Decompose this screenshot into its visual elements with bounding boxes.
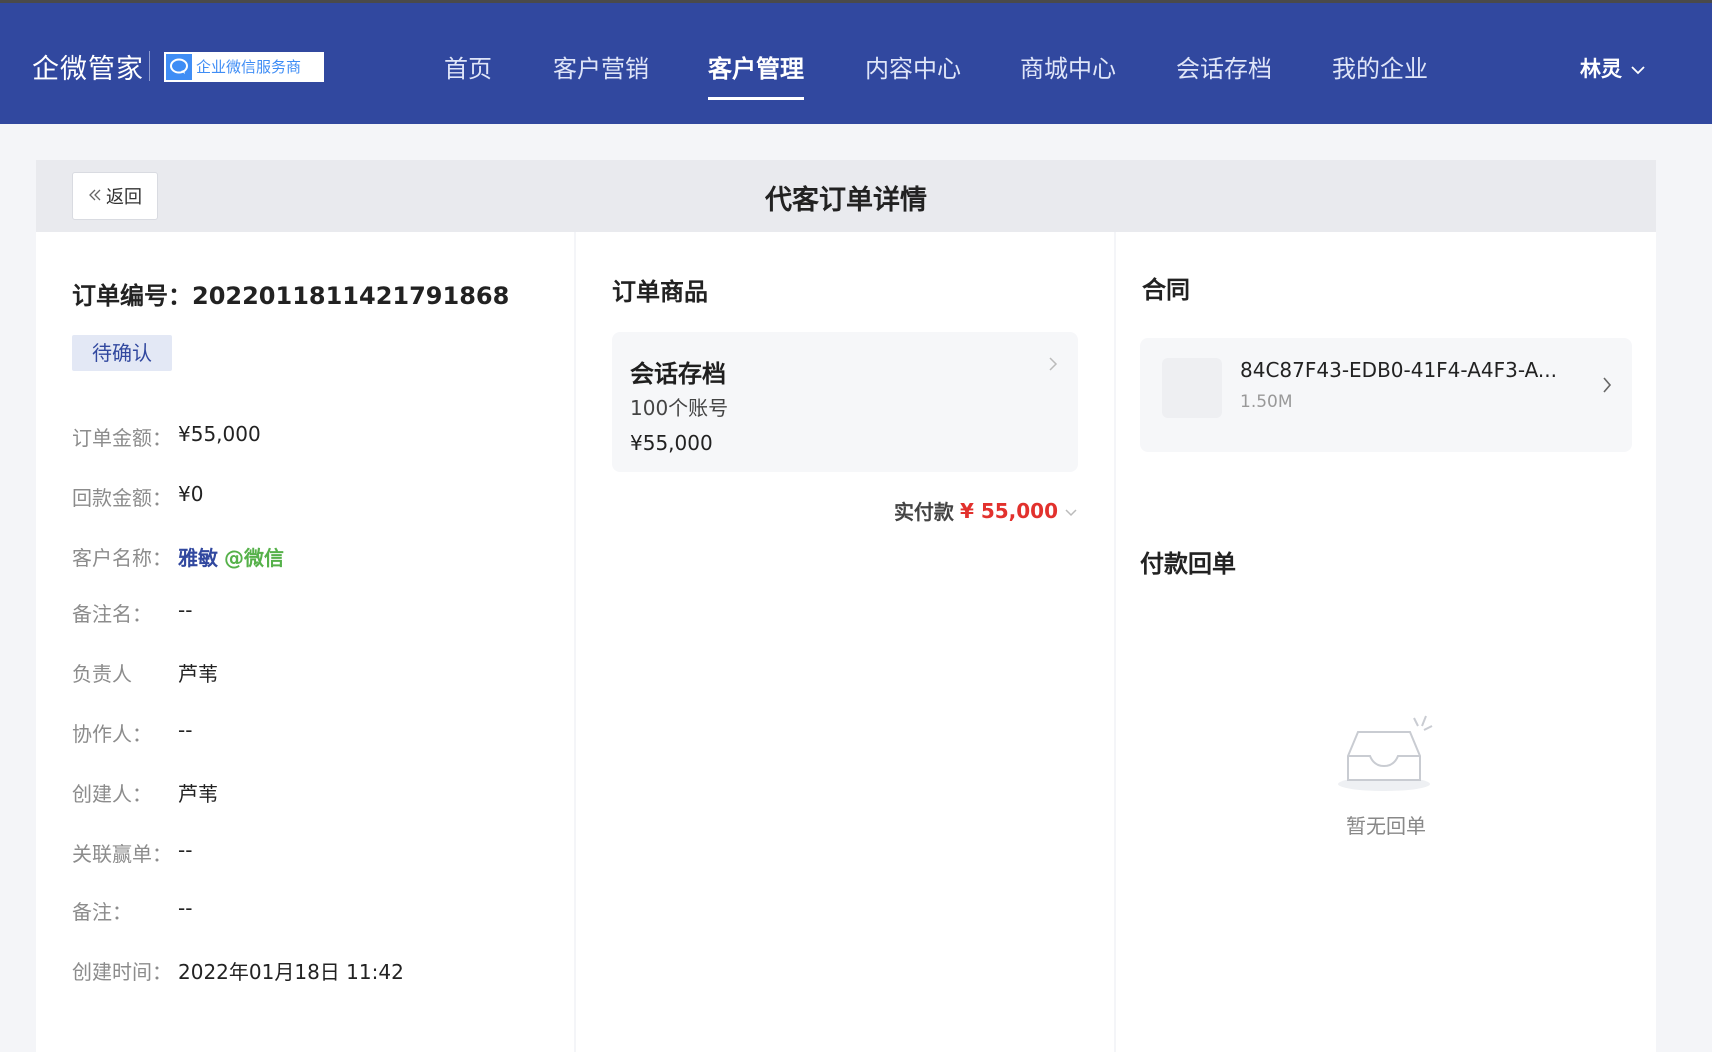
contract-file-card[interactable]: 84C87F43-EDB0-41F4-A4F3-A... 1.50M [1140,338,1632,452]
creator-row: 创建人： 芦苇 [72,778,218,807]
order-amount-value: ¥55,000 [178,422,261,446]
field-label: 创建时间： [72,960,172,984]
contract-section-title: 合同 [1142,276,1190,304]
page-title: 代客订单详情 [765,185,927,216]
brand-divider [149,51,150,81]
partner-badge: 企业微信服务商 [164,52,324,82]
field-label: 负责人 [72,662,132,686]
remark-name-value: -- [178,598,193,622]
customer-source: @微信 [224,546,284,570]
top-navigation-bar: 企微管家 企业微信服务商 首页 客户营销 客户管理 内容中心 商城中心 会话存档… [0,0,1712,124]
chevron-right-icon [1602,376,1612,398]
chevron-right-icon [1048,356,1058,376]
customer-name-link[interactable]: 雅敏 [178,546,218,570]
chevron-down-icon [1630,56,1646,80]
active-nav-indicator [708,97,804,100]
nav-session-archive[interactable]: 会话存档 [1176,49,1272,84]
order-number: 订单编号：2022011811421791868 [72,276,509,311]
collaborator-value: -- [178,718,193,742]
order-amount-row: 订单金额： ¥55,000 [72,422,261,451]
empty-state-text: 暂无回单 [1346,814,1426,838]
field-label: 协作人： [72,722,152,746]
chevron-down-icon [1064,499,1078,523]
nav-mall-center[interactable]: 商城中心 [1020,49,1116,84]
product-card[interactable]: 会话存档 100个账号 ¥55,000 [612,332,1078,472]
nav-content-center[interactable]: 内容中心 [865,49,961,84]
field-label: 备注： [72,900,132,924]
created-at-value: 2022年01月18日 11:42 [178,960,404,984]
product-spec: 100个账号 [630,396,729,420]
owner-row: 负责人 芦苇 [72,658,218,687]
refund-amount-value: ¥0 [178,482,204,506]
chat-bubble-icon [166,54,192,80]
nav-home[interactable]: 首页 [444,49,492,84]
refund-amount-row: 回款金额： ¥0 [72,482,203,511]
brand-logo[interactable]: 企微管家 [32,47,144,86]
note-value: -- [178,896,193,920]
nav-customer-marketing[interactable]: 客户营销 [553,49,649,84]
partner-badge-label: 企业微信服务商 [192,54,322,80]
created-at-row: 创建时间： 2022年01月18日 11:42 [72,956,404,985]
creator-value: 芦苇 [178,782,218,806]
field-label: 订单金额： [72,426,172,450]
order-number-value: 2022011811421791868 [192,282,510,310]
empty-inbox-icon [1334,710,1438,800]
paid-amount: ¥ 55,000 [959,498,1058,523]
field-label: 客户名称： [72,546,172,570]
empty-state: 暂无回单 [1116,710,1656,839]
nav-my-enterprise[interactable]: 我的企业 [1332,49,1428,84]
customer-name-row: 客户名称： 雅敏 @微信 [72,542,284,571]
remark-name-row: 备注名： -- [72,598,192,627]
collaborator-row: 协作人： -- [72,718,192,747]
field-label: 关联赢单： [72,842,172,866]
user-menu[interactable]: 林灵 [1580,53,1646,83]
field-label: 创建人： [72,782,152,806]
linked-deal-link[interactable]: -- [178,838,192,867]
order-products-panel: 订单商品 会话存档 100个账号 ¥55,000 实付款 ¥ 55,000 [576,232,1114,1052]
contract-file-size: 1.50M [1240,392,1293,412]
page-header: 返回 代客订单详情 [36,160,1656,232]
product-name: 会话存档 [630,360,726,388]
field-label: 备注名： [72,602,152,626]
note-row: 备注： -- [72,896,192,925]
linked-deal-row: 关联赢单： -- [72,838,192,867]
receipt-section-title: 付款回单 [1140,550,1236,578]
products-section-title: 订单商品 [612,278,708,306]
paid-amount-toggle[interactable]: 实付款 ¥ 55,000 [894,496,1078,525]
contract-panel: 合同 84C87F43-EDB0-41F4-A4F3-A... 1.50M 付款… [1116,232,1656,1052]
order-info-panel: 订单编号：2022011811421791868 待确认 订单金额： ¥55,0… [36,232,574,1052]
field-label: 回款金额： [72,486,172,510]
paid-label: 实付款 [893,500,954,524]
nav-customer-management[interactable]: 客户管理 [708,49,804,84]
contract-file-name: 84C87F43-EDB0-41F4-A4F3-A... [1240,358,1558,382]
owner-value: 芦苇 [178,662,218,686]
status-badge: 待确认 [72,335,172,371]
order-number-label: 订单编号： [72,282,192,310]
file-thumbnail [1162,358,1222,418]
product-price: ¥55,000 [630,431,713,455]
user-name: 林灵 [1580,57,1622,81]
